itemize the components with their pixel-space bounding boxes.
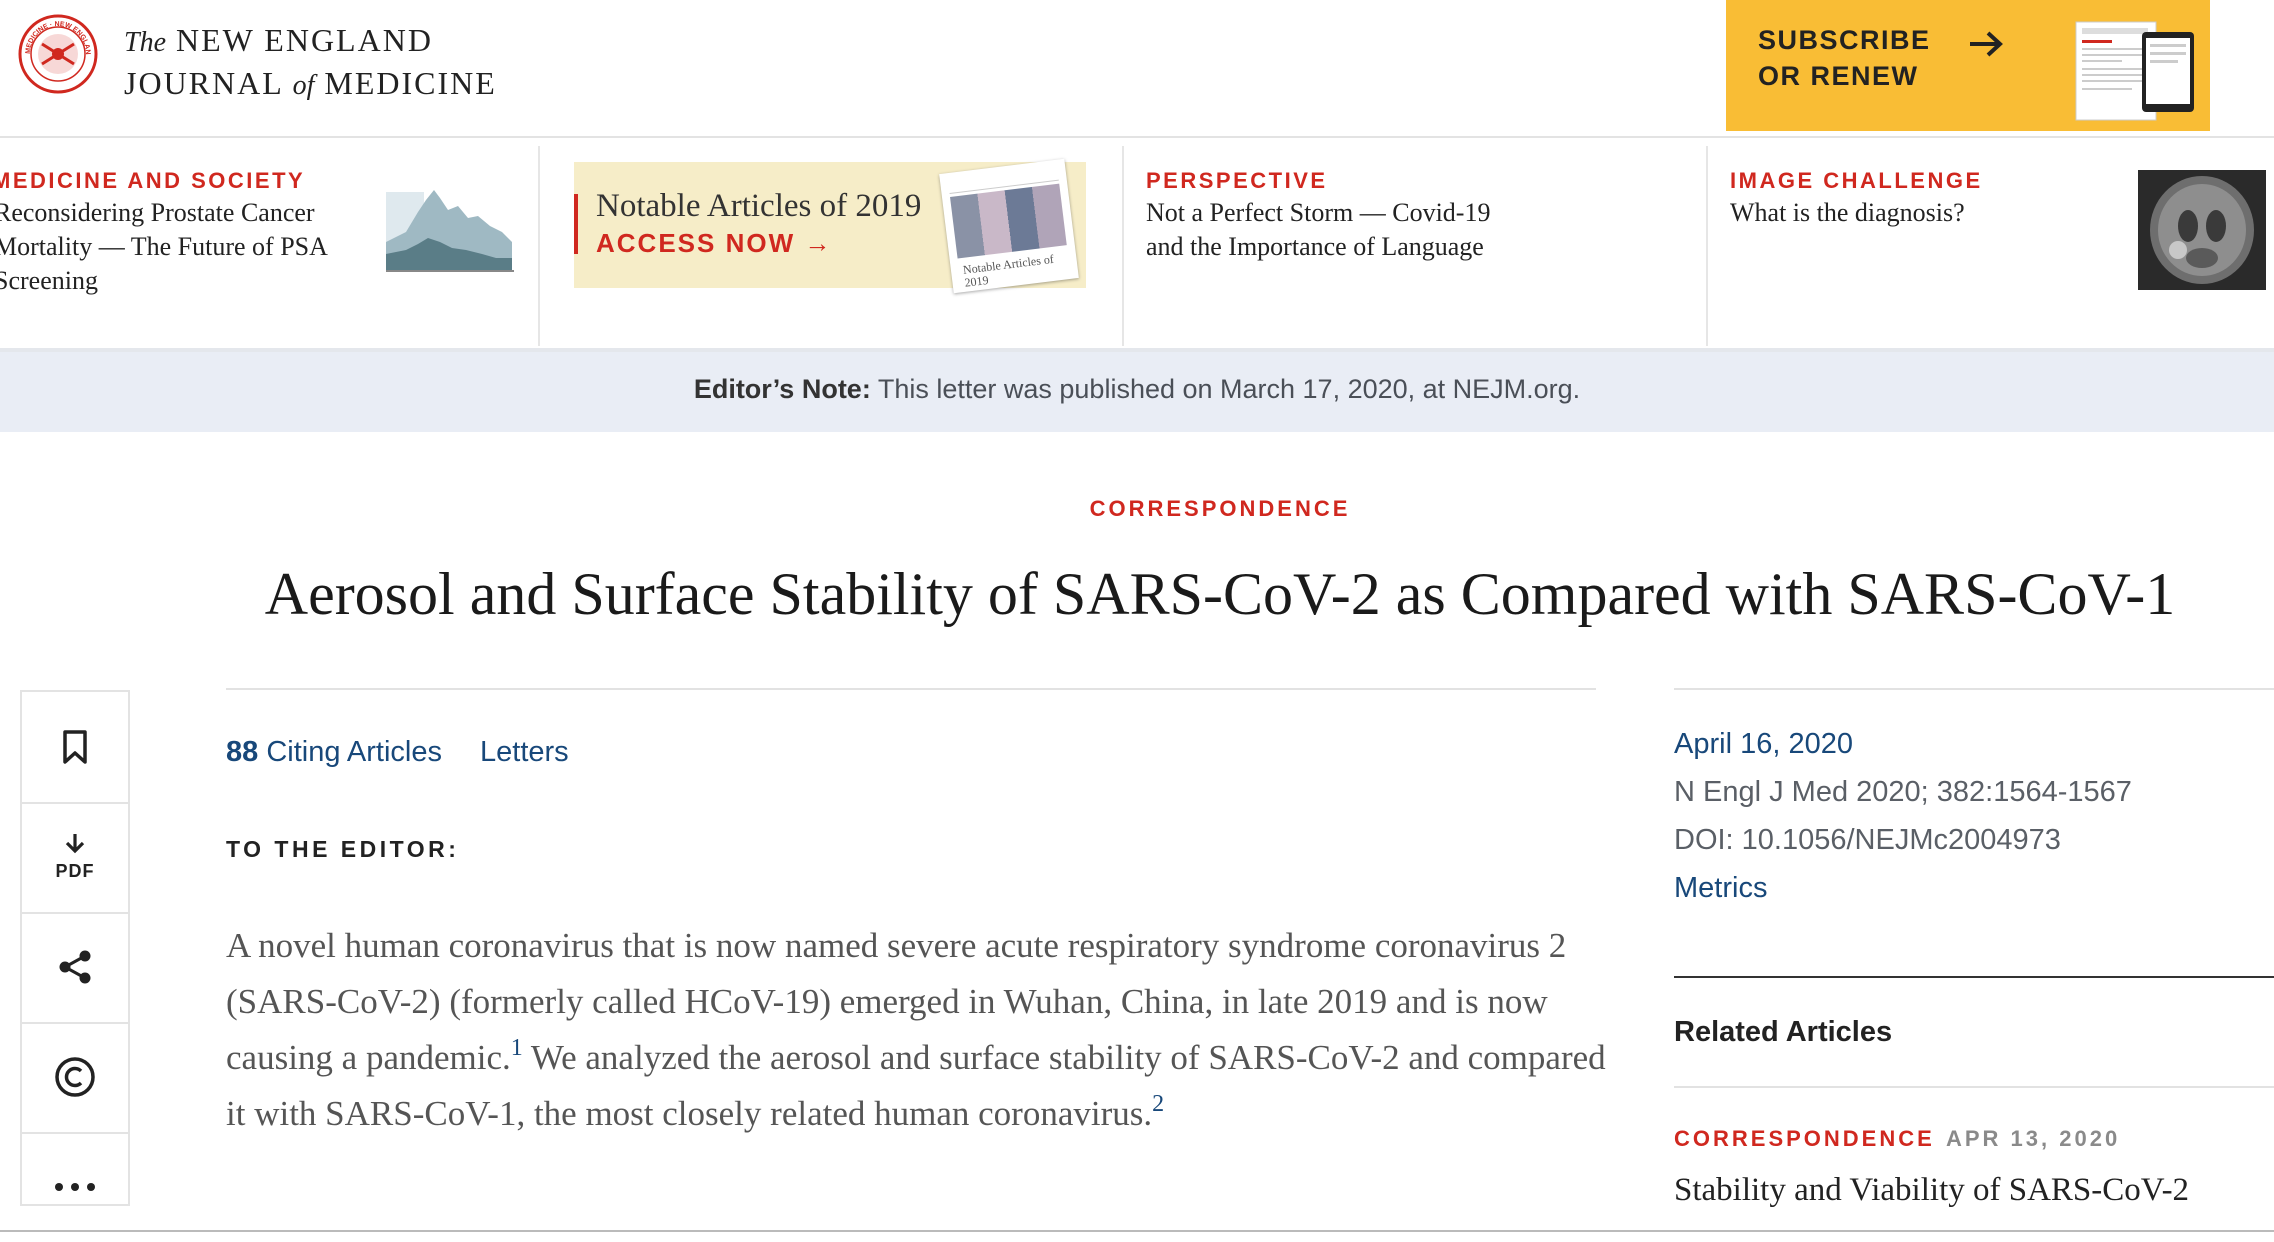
brain-mri-thumbnail <box>2138 170 2266 290</box>
related-divider <box>1674 976 2274 978</box>
subscribe-label: SUBSCRIBE OR RENEW <box>1758 22 1931 94</box>
logo-of: of <box>292 70 315 101</box>
header-divider <box>0 136 2274 138</box>
permissions-button[interactable] <box>22 1022 128 1134</box>
promo-notable-articles[interactable]: Notable Articles of 2019 ACCESS NOW → No… <box>540 146 1122 346</box>
citing-label: Citing Articles <box>258 736 442 768</box>
cover-caption: Notable Articles of 2019 <box>962 251 1055 290</box>
notable-cover-thumbnail: Notable Articles of 2019 <box>939 158 1079 294</box>
journal-citation: N Engl J Med 2020; 382:1564-1567 <box>1674 776 2132 808</box>
share-icon <box>59 950 91 984</box>
editors-note-text: Editor’s Note: This letter was published… <box>0 374 2274 405</box>
promo-headline: Reconsidering Prostate Cancer Mortality … <box>0 198 328 295</box>
promo-medicine-and-society[interactable]: MEDICINE AND SOCIETY Reconsidering Prost… <box>0 146 538 346</box>
promo-headline: What is the diagnosis? <box>1730 198 1965 227</box>
logo-medicine: MEDICINE <box>324 65 497 101</box>
citing-articles-link[interactable]: 88 Citing Articles <box>226 736 442 768</box>
promo-kicker: IMAGE CHALLENGE <box>1730 168 1983 193</box>
arrow-right-icon: → <box>804 228 833 258</box>
to-the-editor-heading: TO THE EDITOR: <box>226 836 460 862</box>
article-title: Aerosol and Surface Stability of SARS-Co… <box>264 561 2176 627</box>
bookmark-icon <box>63 730 87 764</box>
notable-title: Notable Articles of 2019 <box>596 188 922 224</box>
pdf-label: PDF <box>55 861 95 881</box>
article-paragraph: A novel human coronavirus that is now na… <box>226 918 1606 1142</box>
article-type-kicker: CORRESPONDENCE <box>1089 496 1351 521</box>
meta-divider <box>1674 688 2274 690</box>
article-tools-sidebar: PDF <box>20 690 130 1206</box>
promo-perspective[interactable]: PERSPECTIVE Not a Perfect Storm — Covid-… <box>1124 146 1706 346</box>
pdf-button[interactable]: PDF <box>22 802 128 914</box>
publication-date-link[interactable]: April 16, 2020 <box>1674 728 1853 761</box>
editors-note-label: Editor’s Note: <box>693 374 871 404</box>
editors-note-bar: Editor’s Note: This letter was published… <box>0 352 2274 432</box>
logo-journal: JOURNAL <box>124 65 283 101</box>
journal-devices-thumbnail <box>2075 21 2194 121</box>
ellipsis-icon <box>55 1183 95 1191</box>
bookmark-button[interactable] <box>22 692 128 804</box>
letters-link[interactable]: Letters <box>480 736 569 768</box>
psa-trend-thumbnail <box>386 172 514 272</box>
promo-image-challenge[interactable]: IMAGE CHALLENGE What is the diagnosis? <box>1708 146 2274 346</box>
related-article-date: APR 13, 2020 <box>1946 1126 2121 1151</box>
article-links: 88 Citing Articles Letters <box>226 736 569 769</box>
title-divider <box>226 688 1596 690</box>
more-options-button[interactable] <box>22 1132 128 1242</box>
arrow-right-icon <box>1970 31 2003 57</box>
related-articles-heading: Related Articles <box>1674 1016 1893 1048</box>
promo-kicker: MEDICINE AND SOCIETY <box>0 168 306 193</box>
citing-count: 88 <box>226 736 259 768</box>
download-icon <box>65 834 85 854</box>
logo-line1: NEW ENGLAND <box>176 22 433 58</box>
reference-1-link[interactable]: 1 <box>511 1035 523 1061</box>
promo-kicker: PERSPECTIVE <box>1146 168 1328 193</box>
related-list-divider <box>1674 1086 2274 1088</box>
nejm-seal-logo[interactable]: MEDICINE · NEW ENGLAND JOURNAL <box>18 14 98 94</box>
notable-articles-banner[interactable]: Notable Articles of 2019 ACCESS NOW → No… <box>574 158 1086 294</box>
subscribe-banner[interactable]: SUBSCRIBE OR RENEW <box>1726 0 2210 131</box>
copyright-icon <box>55 1057 95 1097</box>
nejm-wordmark[interactable]: The NEW ENGLAND JOURNAL of MEDICINE <box>124 20 497 106</box>
banner-accent-bar <box>574 194 578 254</box>
subscribe-line2: OR RENEW <box>1758 61 1919 91</box>
promo-headline: Not a Perfect Storm — Covid-19 and the I… <box>1146 198 1491 261</box>
logo-the: The <box>124 27 166 58</box>
editors-note-body: This letter was published on March 17, 2… <box>870 374 1581 404</box>
access-now-link[interactable]: ACCESS NOW → <box>596 228 832 259</box>
related-article-title[interactable]: Stability and Viability of SARS-CoV-2 <box>1674 1172 2189 1209</box>
doi: DOI: 10.1056/NEJMc2004973 <box>1674 824 2061 856</box>
related-article-kicker: CORRESPONDENCE <box>1674 1126 1935 1151</box>
subscribe-line1: SUBSCRIBE <box>1758 25 1931 55</box>
share-button[interactable] <box>22 912 128 1024</box>
reference-2-link[interactable]: 2 <box>1152 1091 1164 1117</box>
metrics-link[interactable]: Metrics <box>1674 872 1767 905</box>
